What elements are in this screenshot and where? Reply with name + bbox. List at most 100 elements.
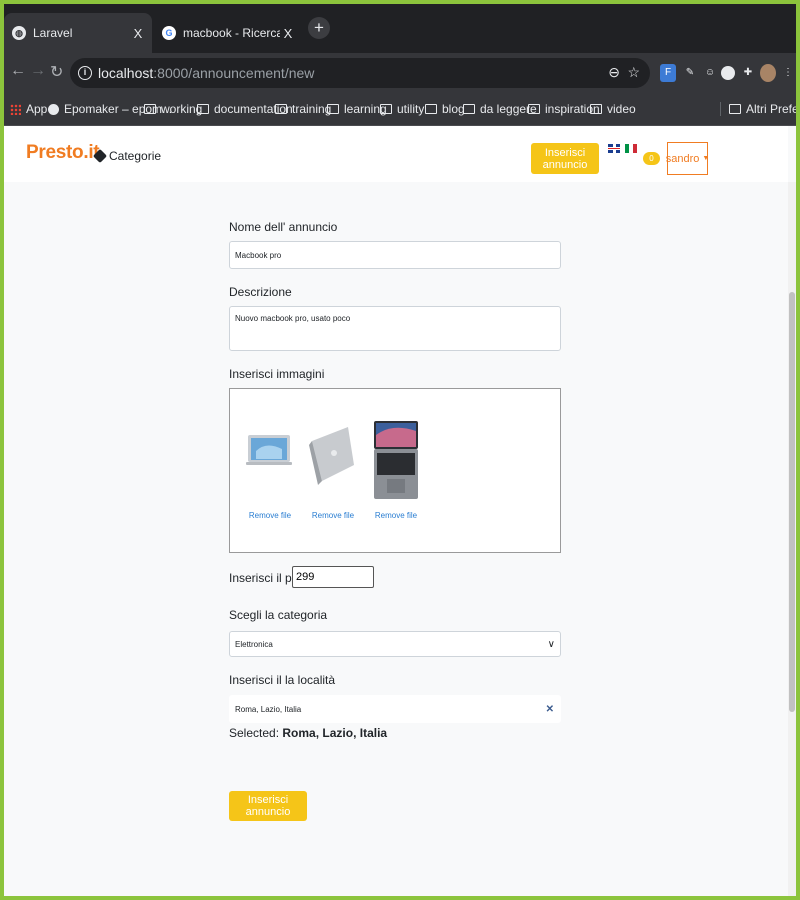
- selected-value: Roma, Lazio, Italia: [282, 726, 388, 740]
- bookmark-other[interactable]: Altri Preferiti: [720, 102, 796, 116]
- description-value: Nuovo macbook pro, usato poco: [235, 314, 351, 323]
- tab-strip: ◍ Laravel X G macbook - Ricerca Google X…: [4, 4, 796, 53]
- bookmark-working[interactable]: working: [144, 102, 202, 116]
- apps-grid-icon: [10, 103, 21, 115]
- folder-icon: [729, 104, 741, 114]
- bookmark-label: video: [607, 102, 636, 116]
- category-label: Scegli la categoria: [229, 608, 328, 622]
- submit-announcement-button[interactable]: Inserisci annuncio: [229, 791, 307, 821]
- extension-f-icon[interactable]: F: [660, 64, 676, 82]
- url-path: :8000/announcement/new: [153, 65, 315, 81]
- browser-toolbar: ← → ↻ i localhost :8000/announcement/new…: [4, 53, 796, 93]
- remove-file-link[interactable]: Remove file: [366, 511, 426, 520]
- bookmark-label: Altri Preferiti: [746, 102, 796, 116]
- info-icon[interactable]: i: [78, 66, 92, 80]
- folder-icon: [528, 104, 540, 114]
- caret-down-icon: ▼: [702, 155, 710, 162]
- selected-prefix: Selected:: [229, 726, 280, 740]
- bookmarks-bar: App Epomaker – epom... working documenta…: [4, 93, 796, 126]
- url-host: localhost: [98, 65, 154, 81]
- category-value: Elettronica: [235, 639, 273, 649]
- tags-icon: [92, 148, 108, 164]
- globe-icon: ◍: [12, 26, 26, 40]
- reload-icon[interactable]: ↻: [50, 62, 63, 82]
- folder-icon: [425, 104, 437, 114]
- folder-icon: [463, 104, 475, 114]
- categories-link[interactable]: Categorie: [92, 148, 162, 164]
- remove-file-link[interactable]: Remove file: [303, 511, 363, 520]
- bookmark-label: utility: [397, 102, 425, 116]
- bookmark-inspiration[interactable]: inspiration: [528, 102, 600, 116]
- macbook-silver-image: [309, 427, 354, 485]
- category-select[interactable]: Elettronica ∨: [229, 631, 561, 657]
- folder-icon: [380, 104, 392, 114]
- description-label: Descrizione: [229, 285, 292, 299]
- address-bar[interactable]: i localhost :8000/announcement/new ⊖ ☆: [70, 58, 650, 88]
- folder-icon: [144, 104, 156, 114]
- location-value: Roma, Lazio, Italia: [235, 704, 302, 714]
- extension-face-icon[interactable]: ☺: [702, 64, 718, 82]
- remove-file-link[interactable]: Remove file: [240, 511, 300, 520]
- tab-title: macbook - Ricerca Google: [183, 26, 280, 40]
- macbook-air-image: [246, 435, 292, 465]
- chevron-down-icon: ∨: [547, 639, 555, 650]
- star-icon[interactable]: ☆: [627, 64, 640, 81]
- brand-logo[interactable]: Presto.it: [26, 142, 100, 164]
- location-label: Inserisci il la località: [229, 673, 336, 687]
- badge-count: 0: [649, 154, 654, 163]
- page-scrollbar[interactable]: [788, 182, 796, 896]
- site-navbar: Presto.it Categorie Inserisci annuncio 0…: [4, 126, 788, 182]
- profile-avatar[interactable]: [760, 64, 776, 82]
- macbook-pro-image: [374, 421, 418, 499]
- name-input[interactable]: Macbook pro: [229, 241, 561, 269]
- menu-icon[interactable]: ⋮: [780, 64, 796, 82]
- forward-icon[interactable]: →: [30, 62, 46, 80]
- bookmark-label: training: [292, 102, 332, 116]
- user-name: sandro: [665, 152, 700, 165]
- bookmark-video[interactable]: video: [590, 102, 636, 116]
- close-tab-icon[interactable]: X: [280, 26, 296, 41]
- description-textarea[interactable]: Nuovo macbook pro, usato poco: [229, 306, 561, 351]
- nav-insert-announcement-button[interactable]: Inserisci annuncio: [531, 143, 599, 174]
- uk-flag-icon[interactable]: [608, 144, 620, 153]
- clear-location-icon[interactable]: ✕: [546, 704, 554, 715]
- extension-pen-icon[interactable]: ✎: [682, 64, 698, 82]
- notification-badge[interactable]: 0: [643, 152, 660, 165]
- folder-icon: [327, 104, 339, 114]
- italy-flag-icon[interactable]: [625, 144, 637, 153]
- page-content: Presto.it Categorie Inserisci annuncio 0…: [4, 126, 796, 896]
- bookmark-da-leggere[interactable]: da leggere: [463, 102, 537, 116]
- bookmark-utility[interactable]: utility: [380, 102, 424, 116]
- bookmark-app[interactable]: App: [10, 102, 47, 116]
- user-dropdown[interactable]: sandro ▼: [665, 142, 710, 175]
- name-value: Macbook pro: [235, 250, 282, 260]
- back-icon[interactable]: ←: [10, 62, 26, 80]
- bookmark-training[interactable]: training: [275, 102, 331, 116]
- selected-location: Selected: Roma, Lazio, Italia: [229, 726, 387, 740]
- image-dropzone[interactable]: Remove file Remove file Remove file: [229, 388, 561, 553]
- browser-window: ◍ Laravel X G macbook - Ricerca Google X…: [4, 4, 796, 896]
- globe-icon: [48, 103, 59, 115]
- images-label: Inserisci immagini: [229, 367, 325, 381]
- close-tab-icon[interactable]: X: [130, 26, 146, 41]
- puzzle-icon[interactable]: ✚: [740, 64, 756, 82]
- name-label: Nome dell' annuncio: [229, 220, 338, 234]
- tab-laravel[interactable]: ◍ Laravel X: [4, 13, 152, 53]
- price-value: 299: [296, 571, 315, 583]
- scrollbar-thumb[interactable]: [789, 292, 795, 712]
- bookmark-label: blog: [442, 102, 465, 116]
- folder-icon: [275, 104, 287, 114]
- price-input[interactable]: 299: [292, 566, 374, 588]
- bookmark-blog[interactable]: blog: [425, 102, 465, 116]
- new-tab-button[interactable]: +: [308, 17, 330, 39]
- folder-icon: [590, 104, 602, 114]
- location-autocomplete[interactable]: Roma, Lazio, Italia ✕: [229, 695, 561, 723]
- tab-google[interactable]: G macbook - Ricerca Google X: [154, 13, 302, 53]
- categories-label: Categorie: [109, 149, 162, 163]
- extension-round-icon[interactable]: [721, 66, 735, 80]
- bookmark-label: App: [26, 102, 48, 116]
- tab-title: Laravel: [33, 26, 73, 40]
- google-icon: G: [162, 26, 176, 40]
- bookmark-learning[interactable]: learning: [327, 102, 387, 116]
- zoom-icon[interactable]: ⊖: [608, 64, 620, 81]
